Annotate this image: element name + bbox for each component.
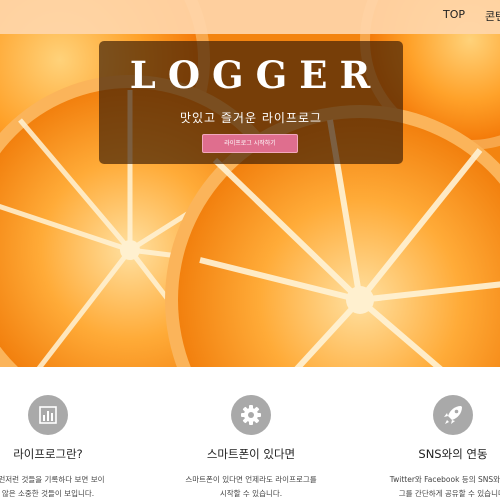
- top-navbar: TOP 콘텐: [0, 0, 500, 34]
- feature-description-line: 않은 소중한 것들이 보입니다.: [1, 489, 95, 498]
- feature-title: 라이프로그란?: [13, 447, 83, 461]
- feature-description: 스마트폰이 있다면 언제라도 라이프로그를 시작할 수 있습니다.: [141, 473, 361, 500]
- feature-description-line: 이런저런 것들을 기록하다 보면 보이: [0, 475, 105, 484]
- feature-description-line: 스마트폰이 있다면 언제라도 라이프로그를: [185, 475, 317, 484]
- rocket-icon: [433, 395, 473, 435]
- gear-icon: [231, 395, 271, 435]
- feature-description: Twitter와 Facebook 등의 SNS와 연동 그를 간단하게 공유할…: [343, 473, 500, 500]
- feature-description: 이런저런 것들을 기록하다 보면 보이 않은 소중한 것들이 보입니다.: [0, 473, 158, 500]
- feature-description-line: 그를 간단하게 공유할 수 있습니다.: [398, 489, 500, 498]
- feature-title: SNS와의 연동: [418, 447, 488, 461]
- start-lifelog-button[interactable]: 라이프로그 시작하기: [202, 134, 298, 153]
- nav-link-content[interactable]: 콘텐: [485, 8, 500, 24]
- hero-overlay-box: LOGGER 맛있고 즐거운 라이프로그 라이프로그 시작하기: [99, 41, 403, 164]
- feature-description-line: Twitter와 Facebook 등의 SNS와 연동: [389, 475, 500, 484]
- nav-link-top[interactable]: TOP: [443, 8, 465, 21]
- feature-description-line: 시작할 수 있습니다.: [219, 489, 283, 498]
- bar-chart-icon: [28, 395, 68, 435]
- feature-title: 스마트폰이 있다면: [206, 447, 296, 461]
- hero-title: LOGGER: [129, 53, 383, 97]
- hero-subtitle: 맛있고 즐거운 라이프로그: [179, 111, 323, 125]
- features-section: 라이프로그란? 이런저런 것들을 기록하다 보면 보이 않은 소중한 것들이 보…: [0, 367, 500, 500]
